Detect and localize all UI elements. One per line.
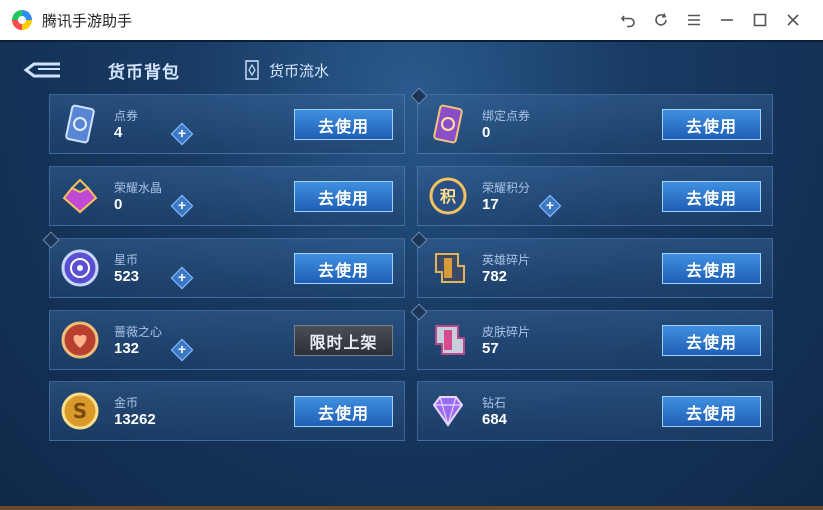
svg-text:S: S [73, 399, 87, 423]
add-coupon-button[interactable]: + [170, 122, 194, 146]
currency-amount: 0 [482, 124, 491, 141]
menu-icon[interactable] [682, 8, 706, 32]
currency-flow-label: 货币流水 [269, 62, 330, 80]
use-button[interactable]: 去使用 [294, 253, 393, 284]
currency-card-diamond: 钻石 684 去使用 [417, 381, 773, 441]
use-button[interactable]: 去使用 [294, 396, 393, 427]
currency-name: 皮肤碎片 [482, 325, 531, 339]
undo-icon[interactable] [616, 8, 640, 32]
currency-card-glory-crystal: 荣耀水晶 0 + 去使用 [49, 166, 405, 226]
add-glory-crystal-button[interactable]: + [170, 194, 194, 218]
glory-crystal-icon [60, 176, 100, 216]
currency-name: 蔷薇之心 [114, 325, 163, 339]
currency-amount: 523 [114, 268, 140, 285]
currency-name: 绑定点券 [482, 109, 531, 123]
currency-name: 金币 [114, 396, 139, 410]
rose-heart-icon [60, 320, 100, 360]
currency-name: 钻石 [482, 396, 507, 410]
gold-coin-icon: S [60, 391, 100, 431]
currency-card-rose-heart: 蔷薇之心 132 + 限时上架 [49, 310, 405, 370]
currency-name: 荣耀积分 [482, 181, 531, 195]
skin-shard-icon [428, 320, 468, 360]
currency-name: 荣耀水晶 [114, 181, 163, 195]
refresh-icon[interactable] [649, 8, 673, 32]
currency-amount: 684 [482, 411, 508, 428]
use-button[interactable]: 去使用 [662, 109, 761, 140]
use-button[interactable]: 去使用 [294, 181, 393, 212]
currency-name: 英雄碎片 [482, 253, 531, 267]
currency-card-gold-coin: S 金币 13262 去使用 [49, 381, 405, 441]
currency-card-hero-shard: 英雄碎片 782 去使用 [410, 231, 773, 298]
currency-card-star-coin: 星币 523 + 去使用 [42, 231, 405, 298]
add-rose-heart-button[interactable]: + [170, 338, 194, 362]
glory-points-icon: 积 [428, 176, 468, 216]
use-button[interactable]: 去使用 [662, 181, 761, 212]
close-icon[interactable] [781, 8, 805, 32]
currency-amount: 4 [114, 124, 123, 141]
use-button[interactable]: 去使用 [662, 396, 761, 427]
svg-text:积: 积 [440, 187, 456, 206]
diamond-icon [428, 391, 468, 431]
currency-name: 星币 [114, 253, 139, 267]
minimize-icon[interactable] [715, 8, 739, 32]
coupon-icon [60, 104, 100, 144]
currency-card-skin-shard: 皮肤碎片 57 去使用 [410, 303, 773, 370]
bottom-strip [0, 506, 823, 510]
use-button[interactable]: 去使用 [294, 109, 393, 140]
window-title: 腾讯手游助手 [42, 13, 133, 30]
currency-amount: 782 [482, 268, 508, 285]
back-button[interactable] [20, 58, 66, 82]
maximize-icon[interactable] [748, 8, 772, 32]
currency-amount: 57 [482, 340, 499, 357]
add-glory-points-button[interactable]: + [538, 194, 562, 218]
currency-card-coupon: 点券 4 + 去使用 [49, 94, 405, 154]
ledger-icon [245, 60, 259, 80]
bound-coupon-icon [428, 104, 468, 144]
currency-amount: 132 [114, 340, 140, 357]
app-logo-icon [12, 10, 32, 30]
star-coin-icon [60, 248, 100, 288]
currency-card-glory-points: 积 荣耀积分 17 + 去使用 [417, 166, 773, 226]
currency-amount: 0 [114, 196, 123, 213]
limited-time-button[interactable]: 限时上架 [294, 325, 393, 356]
hero-shard-icon [428, 248, 468, 288]
window-titlebar: 腾讯手游助手 [0, 0, 823, 40]
currency-flow-link[interactable]: 货币流水 [243, 59, 329, 81]
add-star-coin-button[interactable]: + [170, 266, 194, 290]
use-button[interactable]: 去使用 [662, 325, 761, 356]
currency-amount: 17 [482, 196, 499, 213]
page-title: 货币背包 [108, 63, 180, 82]
use-button[interactable]: 去使用 [662, 253, 761, 284]
currency-name: 点券 [114, 109, 139, 123]
currency-card-bound-coupon: 绑定点券 0 去使用 [410, 87, 773, 154]
currency-amount: 13262 [114, 411, 156, 428]
